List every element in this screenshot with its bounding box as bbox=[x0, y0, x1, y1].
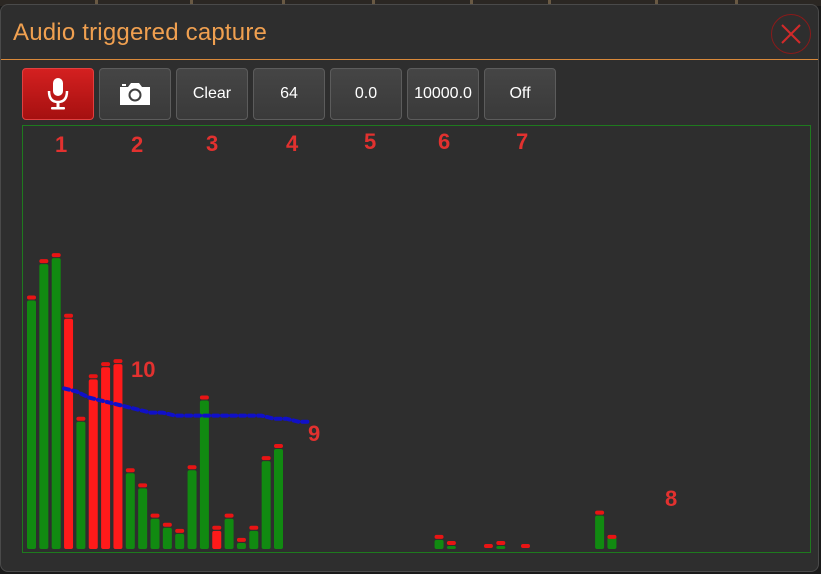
camera-icon bbox=[120, 83, 150, 105]
peak-marker bbox=[101, 362, 111, 367]
spectrum-bar bbox=[113, 364, 123, 549]
peak-marker bbox=[150, 513, 160, 518]
spectrum-bar bbox=[212, 530, 222, 549]
peak-marker bbox=[446, 540, 456, 545]
min-frequency-button[interactable]: 0.0 bbox=[330, 68, 402, 120]
close-icon bbox=[781, 24, 801, 44]
spectrum-bar bbox=[64, 318, 74, 549]
clear-button[interactable]: Clear bbox=[176, 68, 248, 120]
spectrum-bar bbox=[249, 530, 259, 549]
spectrum-bar bbox=[138, 488, 148, 549]
peak-marker bbox=[39, 259, 49, 264]
peak-marker bbox=[607, 534, 617, 539]
peak-marker bbox=[27, 295, 36, 300]
spectrum-bar bbox=[496, 545, 506, 549]
spectrum-bar bbox=[595, 515, 605, 549]
spectrum-bar bbox=[76, 421, 86, 549]
peak-marker bbox=[162, 522, 172, 527]
peak-marker bbox=[64, 313, 74, 318]
peak-marker bbox=[187, 465, 197, 470]
max-frequency-button[interactable]: 10000.0 bbox=[407, 68, 479, 120]
peak-marker bbox=[236, 537, 246, 542]
spectrum-bar bbox=[51, 258, 61, 549]
peak-marker bbox=[175, 528, 185, 533]
peak-marker bbox=[224, 513, 234, 518]
peak-marker bbox=[249, 525, 259, 530]
peak-marker bbox=[113, 359, 123, 364]
peak-marker bbox=[595, 510, 605, 515]
peak-marker bbox=[274, 443, 283, 448]
spectrum-bar bbox=[39, 264, 49, 549]
peak-marker bbox=[51, 253, 61, 258]
close-button[interactable] bbox=[771, 14, 811, 54]
peak-marker bbox=[496, 540, 506, 545]
title-bar: Audio triggered capture bbox=[1, 5, 818, 60]
peak-marker bbox=[199, 395, 209, 400]
peak-marker bbox=[483, 543, 493, 548]
spectrum-bar bbox=[224, 518, 234, 549]
spectrum-bar bbox=[101, 367, 111, 549]
spectrum-bar bbox=[236, 542, 246, 549]
spectrum-bar bbox=[27, 300, 36, 549]
spectrum-bar bbox=[175, 533, 185, 549]
spectrum-bar bbox=[434, 539, 444, 549]
bands-button[interactable]: 64 bbox=[253, 68, 325, 120]
spectrum-bar bbox=[274, 449, 283, 549]
peak-marker bbox=[521, 543, 530, 548]
microphone-icon bbox=[47, 78, 69, 110]
spectrum-bar bbox=[88, 379, 98, 549]
spectrum-bar bbox=[162, 527, 172, 549]
peak-marker bbox=[434, 534, 444, 539]
spectrum-bar bbox=[261, 461, 271, 549]
peak-marker bbox=[76, 416, 86, 421]
peak-marker bbox=[212, 525, 222, 530]
spectrum-bar bbox=[125, 473, 135, 549]
spectrum-plot bbox=[22, 125, 811, 553]
peak-marker bbox=[261, 456, 271, 461]
mode-button[interactable]: Off bbox=[484, 68, 556, 120]
peak-marker bbox=[138, 483, 148, 488]
spectrum-bar bbox=[150, 518, 160, 549]
spectrum-bar bbox=[187, 470, 197, 549]
capture-button[interactable] bbox=[99, 68, 171, 120]
spectrum-chart bbox=[27, 253, 617, 549]
peak-marker bbox=[125, 468, 135, 473]
window-title: Audio triggered capture bbox=[13, 19, 268, 46]
microphone-button[interactable] bbox=[22, 68, 94, 120]
spectrum-bar bbox=[446, 545, 456, 549]
spectrum-bar bbox=[199, 400, 209, 549]
peak-marker bbox=[88, 374, 98, 379]
